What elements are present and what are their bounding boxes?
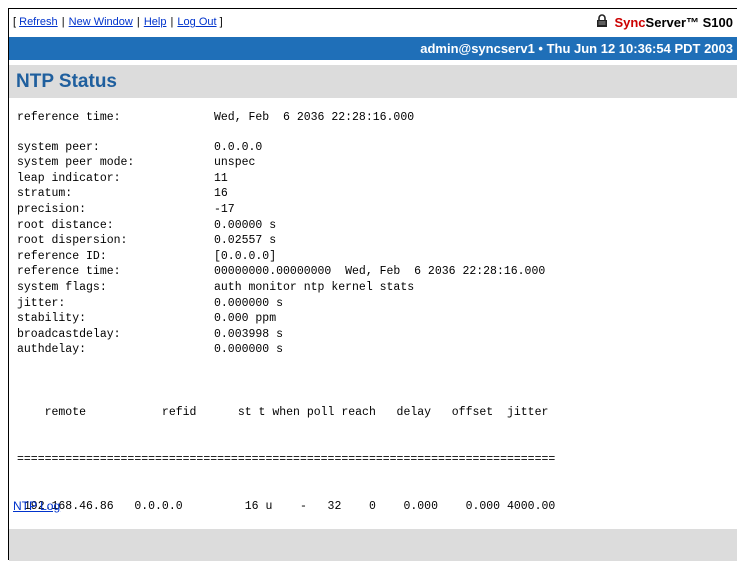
status-row: system peer: 0.0.0.0: [17, 140, 737, 156]
field-key: stability:: [17, 312, 87, 326]
status-row: broadcastdelay: 0.003998 s: [17, 327, 737, 343]
status-row: stability: 0.000 ppm: [17, 311, 737, 327]
brand-rest: Server™ S100: [645, 14, 733, 30]
bracket-close: ]: [219, 16, 223, 28]
status-row: root distance: 0.00000 s: [17, 218, 737, 234]
peers-header: remote refid st t when poll reach delay …: [17, 406, 549, 420]
lock-icon: [596, 14, 608, 30]
field-key: root dispersion:: [17, 234, 128, 248]
status-row: authdelay: 0.000000 s: [17, 342, 737, 358]
field-key: stratum:: [17, 187, 73, 201]
field-value: auth monitor ntp kernel stats: [214, 280, 415, 294]
field-value: 0.003998 s: [214, 327, 284, 341]
page-frame: [ Refresh | New Window | Help | Log Out …: [8, 8, 737, 561]
peers-rule: ========================================…: [17, 452, 556, 466]
refresh-link[interactable]: Refresh: [19, 16, 58, 28]
field-key: reference ID:: [17, 249, 107, 263]
field-value: 0.000000 s: [214, 343, 284, 357]
status-row: stratum: 16: [17, 186, 737, 202]
field-value: -17: [214, 202, 235, 216]
peers-rows: 192.168.46.86 0.0.0.0 16 u - 32 0 0.000 …: [17, 499, 737, 515]
status-row: leap indicator: 11: [17, 171, 737, 187]
page-title: NTP Status: [9, 65, 737, 98]
field-key: root distance:: [17, 218, 114, 232]
status-row: precision: -17: [17, 202, 737, 218]
brand-logo: Sync Server™ S100: [596, 14, 733, 30]
field-key: system peer:: [17, 140, 100, 154]
top-nav: [ Refresh | New Window | Help | Log Out …: [13, 16, 223, 28]
status-fields: system peer: 0.0.0.0 system peer mode: unsp…: [17, 140, 737, 358]
footer-bar: [9, 529, 737, 561]
log-out-link[interactable]: Log Out: [177, 16, 216, 28]
field-key: authdelay:: [17, 343, 87, 357]
brand-sync: Sync: [614, 14, 646, 30]
nav-separator: |: [170, 16, 174, 28]
ntp-status-content: reference time: Wed, Feb 6 2036 22:28:16…: [9, 98, 737, 545]
field-key: leap indicator:: [17, 171, 121, 185]
field-value: [0.0.0.0]: [214, 249, 277, 263]
field-value: 0.0.0.0: [214, 140, 263, 154]
field-value: 0.00000 s: [214, 218, 277, 232]
field-value: 0.000000 s: [214, 296, 284, 310]
field-key: jitter:: [17, 296, 66, 310]
field-key: precision:: [17, 202, 87, 216]
nav-separator: |: [136, 16, 140, 28]
field-value: 16: [214, 187, 228, 201]
field-value: 0.000 ppm: [214, 312, 277, 326]
status-row: root dispersion: 0.02557 s: [17, 233, 737, 249]
nav-separator: |: [61, 16, 65, 28]
peers-table: remote refid st t when poll reach delay …: [17, 374, 737, 546]
field-key: broadcastdelay:: [17, 327, 121, 341]
status-row: reference time: Wed, Feb 6 2036 22:28:16…: [17, 111, 415, 124]
top-bar: [ Refresh | New Window | Help | Log Out …: [9, 9, 737, 37]
field-value: unspec: [214, 156, 256, 170]
peer-row: 192.168.46.86 0.0.0.0 16 u - 32 0 0.000 …: [17, 499, 556, 513]
user-time: admin@syncserv1 • Thu Jun 12 10:36:54 PD…: [420, 41, 733, 56]
field-key: reference time:: [17, 265, 121, 279]
status-row: system flags: auth monitor ntp kernel sta…: [17, 280, 737, 296]
field-key: system flags:: [17, 280, 107, 294]
field-value: 00000000.00000000 Wed, Feb 6 2036 22:28:…: [214, 265, 546, 279]
bracket-open: [: [13, 16, 17, 28]
status-row: jitter: 0.000000 s: [17, 296, 737, 312]
status-row: reference ID: [0.0.0.0]: [17, 249, 737, 265]
status-row: system peer mode: unspec: [17, 155, 737, 171]
field-key: system peer mode:: [17, 156, 135, 170]
field-value: 11: [214, 171, 228, 185]
ntp-log-link[interactable]: NTP Log: [13, 499, 60, 513]
field-value: 0.02557 s: [214, 234, 277, 248]
status-row: reference time: 00000000.00000000 Wed, Fe…: [17, 264, 737, 280]
status-bar: admin@syncserv1 • Thu Jun 12 10:36:54 PD…: [9, 37, 737, 60]
help-link[interactable]: Help: [144, 16, 167, 28]
new-window-link[interactable]: New Window: [69, 16, 133, 28]
